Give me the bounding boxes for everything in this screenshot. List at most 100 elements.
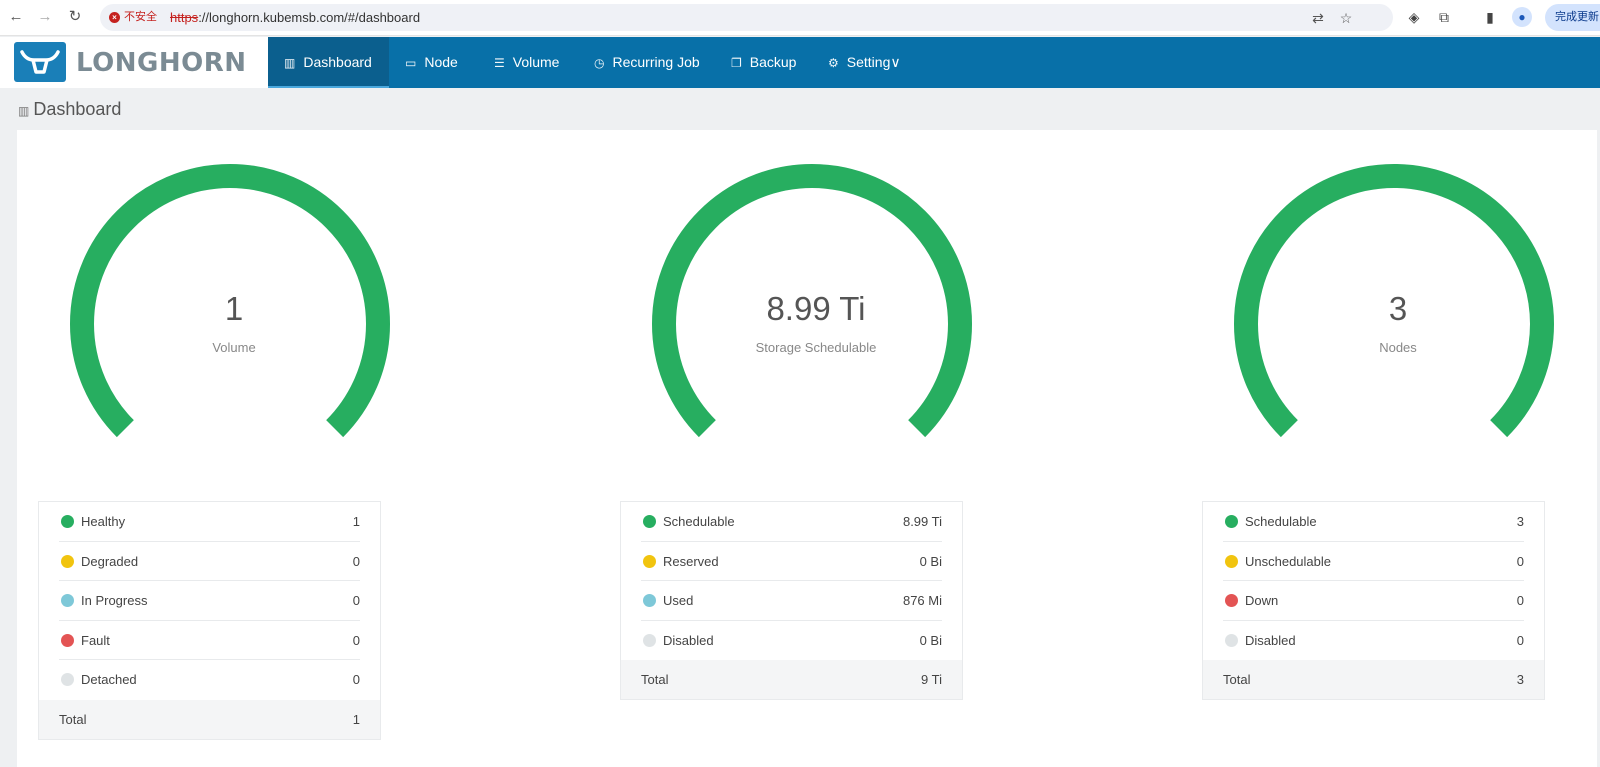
stat-row-in-progress[interactable]: In Progress 0 <box>59 581 360 621</box>
page-title: ▥ Dashboard <box>18 99 121 120</box>
back-arrow-icon[interactable]: ← <box>6 7 26 27</box>
update-button[interactable]: 完成更新 <box>1545 4 1600 31</box>
stat-row-degraded[interactable]: Degraded 0 <box>59 542 360 581</box>
stat-value: 8.99 Ti <box>902 514 942 529</box>
nav-recurring-job[interactable]: ◷ Recurring Job <box>578 37 716 88</box>
total-value: 9 Ti <box>921 672 942 687</box>
nav-label: Recurring Job <box>612 54 700 70</box>
total-value: 1 <box>352 711 360 727</box>
stat-value: 876 Mi <box>902 593 942 608</box>
side-panel-icon[interactable]: ▮ <box>1480 7 1500 27</box>
status-dot <box>643 594 656 607</box>
clock-icon: ◷ <box>594 56 605 70</box>
stat-row-disabled[interactable]: Disabled 0 <box>1223 621 1524 661</box>
status-dot <box>1225 515 1238 528</box>
stat-row-fault[interactable]: Fault 0 <box>59 621 360 660</box>
stat-label: Unschedulable <box>1245 553 1332 569</box>
translate-icon[interactable]: ⇄ <box>1309 9 1327 27</box>
status-dot <box>643 554 656 568</box>
warning-icon: × <box>109 12 120 23</box>
gauge-value: 1 <box>224 290 244 327</box>
nav-label: Dashboard <box>303 54 372 70</box>
gear-icon: ⚙ <box>828 56 839 70</box>
status-dot <box>1225 633 1238 647</box>
logo[interactable]: LONGHORN <box>0 37 268 88</box>
stat-row-schedulable[interactable]: Schedulable 3 <box>1223 502 1524 542</box>
page-title-text: Dashboard <box>33 99 122 119</box>
stat-label: In Progress <box>81 593 148 608</box>
nodes-stat-table: Schedulable 3 Unschedulable 0 Down 0 Dis… <box>1202 501 1545 700</box>
total-row: Total 9 Ti <box>621 660 962 699</box>
url-text[interactable]: https://longhorn.kubemsb.com/#/dashboard <box>170 9 420 26</box>
stat-label: Used <box>663 593 694 608</box>
stat-label: Disabled <box>1245 632 1296 648</box>
nav-label: Volume <box>512 54 560 70</box>
volume-gauge[interactable]: 1 Volume <box>44 130 424 470</box>
stat-row-healthy[interactable]: Healthy 1 <box>59 502 360 542</box>
status-dot <box>643 515 656 528</box>
status-dot <box>1225 594 1238 607</box>
status-dot <box>1225 554 1238 568</box>
stat-value: 0 <box>352 593 360 608</box>
nav-node[interactable]: ▭ Node <box>389 37 474 88</box>
nav-backup[interactable]: ❐ Backup <box>715 37 812 88</box>
brand-name: LONGHORN <box>76 48 247 78</box>
stat-value: 0 <box>1516 553 1524 569</box>
nav-label: Node <box>424 54 458 70</box>
extensions-icon[interactable]: ⧉ <box>1434 7 1454 27</box>
status-dot <box>61 594 74 607</box>
stat-value: 0 <box>352 553 360 569</box>
nodes-gauge[interactable]: 3 Nodes <box>1208 130 1588 470</box>
stat-label: Healthy <box>81 514 126 529</box>
stat-row-unschedulable[interactable]: Unschedulable 0 <box>1223 542 1524 581</box>
storage-stat-table: Schedulable 8.99 Ti Reserved 0 Bi Used 8… <box>620 501 963 700</box>
stat-row-disabled[interactable]: Disabled 0 Bi <box>641 621 942 661</box>
nav-setting[interactable]: ⚙ Setting∨ <box>812 37 917 88</box>
status-dot <box>61 673 74 686</box>
address-bar[interactable]: × 不安全 https://longhorn.kubemsb.com/#/das… <box>100 4 1393 31</box>
total-label: Total <box>641 672 669 687</box>
storage-gauge[interactable]: 8.99 Ti Storage Schedulable <box>626 130 1006 470</box>
gauge-value: 3 <box>1388 290 1408 327</box>
star-icon[interactable]: ☆ <box>1337 9 1355 27</box>
status-dot <box>643 633 656 647</box>
stat-value: 3 <box>1516 514 1524 529</box>
storage-panel: 8.99 Ti Storage Schedulable Schedulable … <box>620 130 1006 767</box>
stat-row-detached[interactable]: Detached 0 <box>59 660 360 700</box>
security-label: 不安全 <box>124 11 157 23</box>
app-header: LONGHORN ▥ Dashboard ▭ Node ☰ Volume ◷ Recur… <box>0 37 1600 88</box>
stat-row-reserved[interactable]: Reserved 0 Bi <box>641 542 942 581</box>
security-indicator[interactable]: × 不安全 <box>109 10 157 25</box>
total-row: Total 1 <box>39 699 380 739</box>
url-scheme: https <box>170 10 199 25</box>
extension-puzzle-icon[interactable]: ◈ <box>1404 7 1424 27</box>
stat-label: Schedulable <box>663 514 735 529</box>
stat-label: Disabled <box>663 632 714 648</box>
profile-avatar-icon[interactable]: ● <box>1512 7 1532 27</box>
gauge-label: Volume <box>212 340 256 355</box>
status-dot <box>61 633 74 647</box>
total-row: Total 3 <box>1203 660 1544 699</box>
reload-icon[interactable]: ↻ <box>65 7 85 27</box>
stat-label: Down <box>1245 593 1279 608</box>
gauge-label: Nodes <box>1379 340 1417 355</box>
nav-label: Setting∨ <box>846 54 901 70</box>
gauge-label: Storage Schedulable <box>755 340 877 355</box>
stat-value: 0 Bi <box>919 553 942 569</box>
stat-label: Schedulable <box>1245 514 1317 529</box>
stat-row-used[interactable]: Used 876 Mi <box>641 581 942 621</box>
nodes-panel: 3 Nodes Schedulable 3 Unschedulable 0 Do… <box>1202 130 1588 767</box>
total-label: Total <box>1223 672 1251 687</box>
nav-dashboard[interactable]: ▥ Dashboard <box>268 37 389 88</box>
total-value: 3 <box>1516 672 1524 687</box>
volume-panel: 1 Volume Healthy 1 Degraded 0 In Progres… <box>38 130 424 767</box>
database-icon: ☰ <box>494 56 505 70</box>
stat-label: Reserved <box>663 553 719 569</box>
nav-volume[interactable]: ☰ Volume <box>478 37 575 88</box>
laptop-icon: ▭ <box>405 56 417 70</box>
stat-label: Degraded <box>81 553 139 569</box>
stat-row-schedulable[interactable]: Schedulable 8.99 Ti <box>641 502 942 542</box>
stat-row-down[interactable]: Down 0 <box>1223 581 1524 621</box>
gauge-value: 8.99 Ti <box>766 290 866 327</box>
forward-arrow-icon[interactable]: → <box>35 7 55 27</box>
